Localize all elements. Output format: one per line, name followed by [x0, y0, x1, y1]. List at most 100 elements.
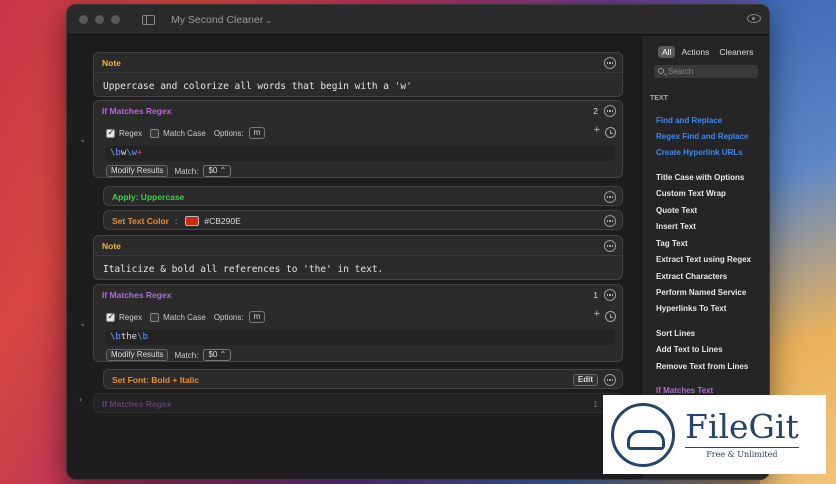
- regex-label: Regex: [119, 128, 143, 138]
- note-text[interactable]: Italicize & bold all references to 'the'…: [94, 256, 622, 283]
- regex-token: \b: [137, 332, 148, 342]
- note-text[interactable]: Uppercase and colorize all words that be…: [94, 73, 622, 100]
- add-icon[interactable]: +: [594, 308, 600, 320]
- modify-row: Modify Results Match: $0 ⌃: [106, 349, 232, 361]
- library-item[interactable]: Insert Text: [656, 222, 696, 231]
- watermark-text: FileGit Free & Unlimited: [685, 410, 799, 459]
- note-card[interactable]: Note Italicize & bold all references to …: [93, 235, 623, 280]
- if-matches-regex-card-collapsed[interactable]: If Matches Regex 1: [93, 393, 623, 413]
- modify-row: Modify Results Match: $0 ⌃: [106, 165, 232, 177]
- minimize-button[interactable]: [95, 15, 104, 24]
- eye-icon[interactable]: [747, 14, 761, 23]
- library-item[interactable]: If Matches Text: [656, 386, 713, 395]
- color-swatch[interactable]: [185, 216, 200, 226]
- regex-checkbox[interactable]: [106, 127, 115, 138]
- colon-separator: :: [175, 216, 178, 226]
- more-icon[interactable]: [604, 240, 616, 252]
- library-item[interactable]: Title Case with Options: [656, 173, 744, 182]
- font-title: Set Font: Bold + Italic: [112, 375, 200, 385]
- apply-uppercase-card[interactable]: Apply: Uppercase: [103, 186, 623, 206]
- watermark-subtitle: Free & Unlimited: [685, 447, 799, 459]
- match-select[interactable]: $0 ⌃: [203, 165, 232, 177]
- color-value: #CB290E: [204, 216, 241, 226]
- titlebar: My Second Cleaner ⌄: [67, 5, 769, 35]
- history-icon[interactable]: [605, 311, 616, 322]
- library-item[interactable]: Extract Text using Regex: [656, 255, 751, 264]
- disclosure-chevron-right-icon[interactable]: ›: [79, 394, 82, 404]
- apply-title: Apply: Uppercase: [112, 192, 185, 202]
- match-count: 1: [593, 399, 598, 409]
- chevron-down-icon: ⌄: [265, 15, 272, 25]
- library-item[interactable]: Sort Lines: [656, 329, 695, 338]
- more-icon[interactable]: [604, 191, 616, 203]
- library-item[interactable]: Find and Replace: [656, 116, 722, 125]
- match-label: Match:: [174, 166, 199, 176]
- library-item[interactable]: Hyperlinks To Text: [656, 304, 726, 313]
- traffic-lights[interactable]: [79, 15, 120, 24]
- more-icon[interactable]: [604, 105, 616, 117]
- library-item[interactable]: Remove Text from Lines: [656, 362, 748, 371]
- match-count: 1: [593, 290, 598, 300]
- modify-results-button[interactable]: Modify Results: [106, 349, 169, 361]
- note-header: Note: [94, 236, 622, 256]
- library-item[interactable]: Quote Text: [656, 206, 697, 215]
- sidebar-toggle-icon[interactable]: [142, 14, 155, 25]
- tab-cleaners[interactable]: Cleaners: [715, 46, 757, 58]
- add-icon[interactable]: +: [594, 124, 600, 136]
- library-item[interactable]: Custom Text Wrap: [656, 189, 726, 198]
- more-icon[interactable]: [604, 374, 616, 386]
- match-case-checkbox[interactable]: [150, 128, 160, 138]
- match-select[interactable]: $0 ⌃: [203, 349, 232, 361]
- text-color-header: Set Text Color : #CB290E: [104, 211, 622, 231]
- note-title: Note: [102, 240, 121, 251]
- search-input[interactable]: Search: [654, 65, 758, 78]
- match-value: $0: [208, 350, 218, 359]
- options-field[interactable]: m: [248, 127, 266, 139]
- note-card[interactable]: Note Uppercase and colorize all words th…: [93, 52, 623, 97]
- regex-label: Regex: [119, 312, 143, 322]
- note-header: Note: [94, 53, 622, 73]
- history-icon[interactable]: [605, 127, 616, 138]
- regex-title: If Matches Regex: [102, 106, 172, 116]
- modify-results-button[interactable]: Modify Results: [106, 165, 169, 177]
- filegit-watermark: FileGit Free & Unlimited: [603, 395, 826, 474]
- more-icon[interactable]: [604, 215, 616, 227]
- filegit-logo-icon: [611, 402, 675, 467]
- library-item[interactable]: Tag Text: [656, 239, 688, 248]
- options-field[interactable]: m: [248, 311, 266, 323]
- regex-header: If Matches Regex 2: [94, 101, 622, 121]
- library-item[interactable]: Extract Characters: [656, 272, 727, 281]
- regex-options-row: Regex Match Case Options: m: [106, 311, 266, 323]
- regex-title: If Matches Regex: [102, 290, 172, 300]
- match-case-checkbox[interactable]: [150, 312, 160, 322]
- edit-button[interactable]: Edit: [572, 374, 598, 386]
- library-item[interactable]: Add Text to Lines: [656, 345, 723, 354]
- regex-pattern-input[interactable]: \bthe\b: [106, 330, 614, 345]
- zoom-button[interactable]: [111, 15, 120, 24]
- library-item[interactable]: Perform Named Service: [656, 288, 746, 297]
- disclosure-chevron-icon[interactable]: ⌄: [79, 318, 87, 329]
- tab-actions[interactable]: Actions: [677, 46, 713, 58]
- window-title-text: My Second Cleaner: [171, 13, 264, 26]
- more-icon[interactable]: [604, 57, 616, 69]
- regex-pattern-input[interactable]: \bw\w+: [106, 146, 614, 161]
- window-title[interactable]: My Second Cleaner ⌄: [171, 14, 272, 26]
- match-count: 2: [593, 106, 598, 116]
- regex-token: the: [120, 332, 138, 342]
- set-font-card[interactable]: Set Font: Bold + Italic Edit: [103, 369, 623, 389]
- match-case-label: Match Case: [163, 312, 206, 322]
- cleaner-editor: Note Uppercase and colorize all words th…: [67, 36, 641, 479]
- more-icon[interactable]: [604, 289, 616, 301]
- set-text-color-card[interactable]: Set Text Color : #CB290E: [103, 210, 623, 230]
- if-matches-regex-card[interactable]: If Matches Regex 2 Regex Match Case Opti…: [93, 100, 623, 178]
- regex-title: If Matches Regex: [102, 399, 172, 409]
- regex-checkbox[interactable]: [106, 311, 115, 322]
- options-label: Options:: [213, 128, 244, 138]
- note-title: Note: [102, 57, 121, 68]
- tab-all[interactable]: All: [658, 46, 676, 58]
- close-button[interactable]: [79, 15, 88, 24]
- library-item[interactable]: Create Hyperlink URLs: [656, 148, 743, 157]
- library-item[interactable]: Regex Find and Replace: [656, 132, 748, 141]
- if-matches-regex-card[interactable]: If Matches Regex 1 Regex Match Case Opti…: [93, 284, 623, 362]
- disclosure-chevron-icon[interactable]: ⌄: [79, 134, 87, 145]
